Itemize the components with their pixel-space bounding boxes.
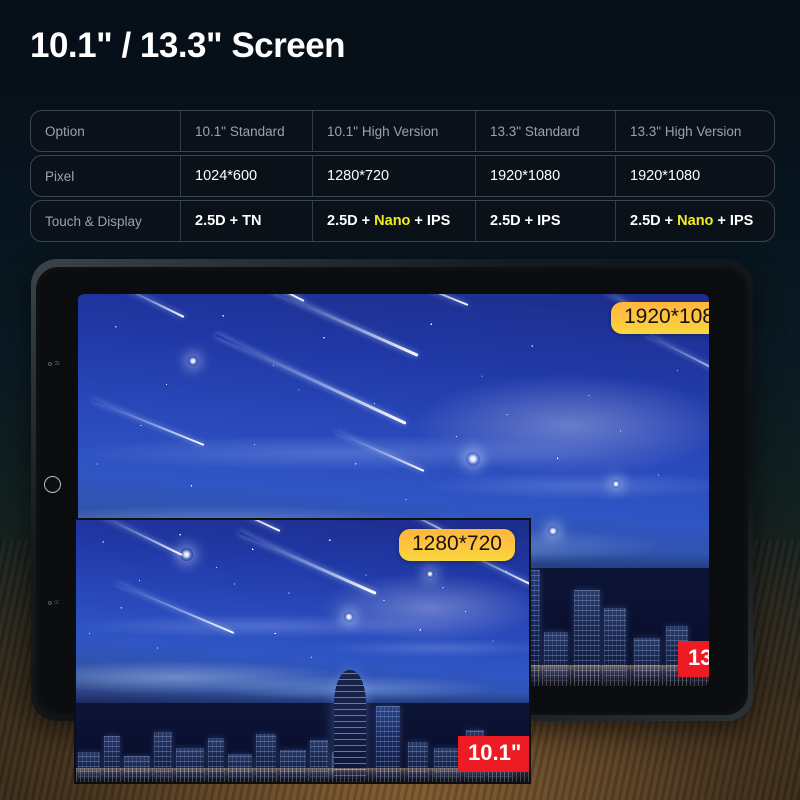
table-row-pixel: Pixel 1024*600 1280*720 1920*1080 1920*1… (30, 155, 775, 197)
text-fragment: 2.5D + (327, 213, 375, 229)
row-label-touch-display: Touch & Display (31, 201, 181, 241)
bright-star (466, 452, 480, 466)
cell-pixel-101-standard: 1024*600 (181, 156, 313, 196)
bezel-mark-r: R (55, 599, 62, 605)
text-fragment: + IPS (713, 213, 754, 229)
table-header-101-standard: 10.1" Standard (181, 111, 313, 151)
bezel-dot-top (48, 362, 52, 366)
cell-touch-101-high: 2.5D + Nano + IPS (313, 201, 476, 241)
table-header-row: Option 10.1" Standard 10.1" High Version… (30, 110, 775, 152)
size-badge-101: 10.1" (458, 736, 529, 772)
bezel-dot-bottom (48, 601, 52, 605)
text-fragment: + IPS (410, 213, 451, 229)
cell-touch-133-high: 2.5D + Nano + IPS (616, 201, 773, 241)
highlighted-text-fragment: Nano (677, 213, 714, 229)
cell-touch-133-standard: 2.5D + IPS (476, 201, 616, 241)
text-fragment: 2.5D + TN (195, 213, 262, 229)
size-badge-133: 13.3" (678, 641, 709, 677)
screen-small-101: 1280*720 10.1" (74, 518, 531, 784)
spec-table: Option 10.1" Standard 10.1" High Version… (30, 110, 775, 242)
bright-star (426, 570, 434, 578)
text-fragment: 2.5D + IPS (490, 213, 561, 229)
home-button[interactable] (44, 476, 61, 493)
bezel-mark-m: M (55, 360, 62, 366)
resolution-badge-1280x720: 1280*720 (399, 529, 515, 561)
table-header-option: Option (31, 111, 181, 151)
table-row-touch-display: Touch & Display 2.5D + TN 2.5D + Nano + … (30, 200, 775, 242)
bright-star (344, 612, 354, 622)
table-header-101-high: 10.1" High Version (313, 111, 476, 151)
table-header-133-high: 13.3" High Version (630, 123, 742, 139)
product-spec-page: 10.1" / 13.3" Screen Option 10.1" Standa… (0, 0, 800, 800)
text-fragment: 2.5D + (630, 213, 678, 229)
table-header-133-standard: 13.3" Standard (476, 111, 616, 151)
cell-pixel-133-standard: 1920*1080 (476, 156, 616, 196)
row-label-pixel: Pixel (31, 156, 181, 196)
highlighted-text-fragment: Nano (374, 213, 411, 229)
cell-pixel-133-high: 1920*1080 (630, 168, 701, 184)
resolution-badge-1920x1080: 1920*1080 (611, 302, 709, 334)
cell-pixel-101-high: 1280*720 (313, 156, 476, 196)
landmark-tower (334, 670, 366, 782)
bright-star (612, 480, 620, 488)
page-title: 10.1" / 13.3" Screen (30, 26, 346, 65)
bright-star (188, 356, 198, 366)
bright-star (548, 526, 558, 536)
cell-touch-101-standard: 2.5D + TN (181, 201, 313, 241)
